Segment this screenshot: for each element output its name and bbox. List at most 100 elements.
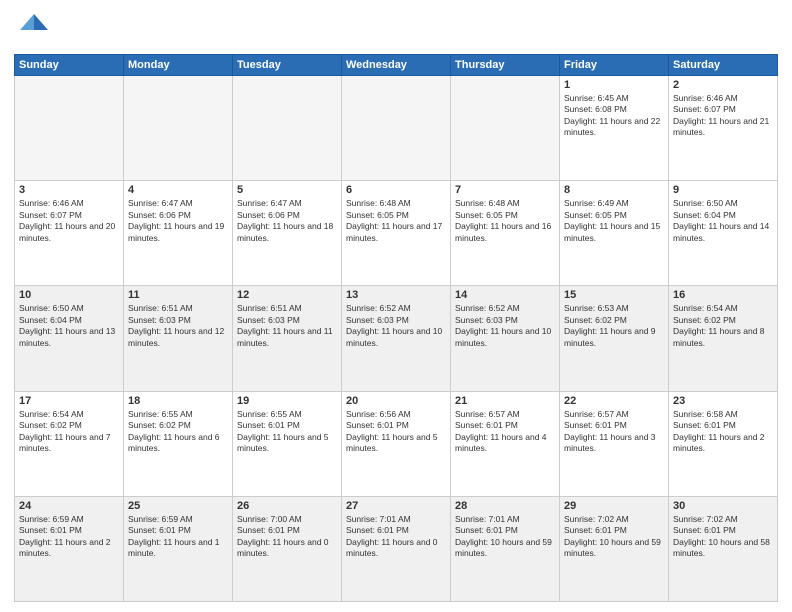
header [14,10,778,46]
day-info: Sunrise: 6:54 AMSunset: 6:02 PMDaylight:… [673,303,773,349]
calendar-cell: 16Sunrise: 6:54 AMSunset: 6:02 PMDayligh… [669,286,778,391]
calendar-table: SundayMondayTuesdayWednesdayThursdayFrid… [14,54,778,602]
calendar-cell: 27 Sunrise: 7:01 AMSunset: 6:01 PMDayligh… [342,496,451,601]
day-number: 11 [128,289,228,301]
day-info: Sunrise: 6:57 AMSunset: 6:01 PMDaylight:… [455,409,555,455]
calendar-cell: 18 Sunrise: 6:55 AMSunset: 6:02 PMDayligh… [124,391,233,496]
day-number: 27 [346,500,446,512]
day-info: Sunrise: 6:50 AMSunset: 6:04 PMDaylight:… [673,198,773,244]
calendar-header: SundayMondayTuesdayWednesdayThursdayFrid… [15,55,778,76]
calendar-cell: 11 Sunrise: 6:51 AMSunset: 6:03 PMDayligh… [124,286,233,391]
weekday-header-sunday: Sunday [15,55,124,76]
calendar-cell [233,76,342,181]
calendar-cell [124,76,233,181]
calendar-cell: 28Sunrise: 7:01 AMSunset: 6:01 PMDayligh… [451,496,560,601]
day-info: Sunrise: 7:01 AMSunset: 6:01 PMDaylight:… [346,514,446,560]
day-number: 19 [237,395,337,407]
day-number: 25 [128,500,228,512]
calendar-cell: 30Sunrise: 7:02 AMSunset: 6:01 PMDayligh… [669,496,778,601]
day-info: Sunrise: 6:46 AMSunset: 6:07 PMDaylight:… [19,198,119,244]
day-info: Sunrise: 6:52 AMSunset: 6:03 PMDaylight:… [455,303,555,349]
weekday-header-wednesday: Wednesday [342,55,451,76]
day-number: 4 [128,184,228,196]
day-info: Sunrise: 6:50 AMSunset: 6:04 PMDaylight:… [19,303,119,349]
calendar-cell: 1 Sunrise: 6:45 AMSunset: 6:08 PMDaylight… [560,76,669,181]
calendar-week-1: 3 Sunrise: 6:46 AMSunset: 6:07 PMDaylight… [15,181,778,286]
calendar-cell: 3 Sunrise: 6:46 AMSunset: 6:07 PMDaylight… [15,181,124,286]
calendar-cell: 15Sunrise: 6:53 AMSunset: 6:02 PMDayligh… [560,286,669,391]
day-number: 21 [455,395,555,407]
day-number: 10 [19,289,119,301]
calendar-cell: 12Sunrise: 6:51 AMSunset: 6:03 PMDayligh… [233,286,342,391]
calendar-cell: 6Sunrise: 6:48 AMSunset: 6:05 PMDaylight… [342,181,451,286]
day-info: Sunrise: 6:46 AMSunset: 6:07 PMDaylight:… [673,93,773,139]
calendar-body: 1 Sunrise: 6:45 AMSunset: 6:08 PMDaylight… [15,76,778,602]
calendar-cell: 9 Sunrise: 6:50 AMSunset: 6:04 PMDaylight… [669,181,778,286]
calendar-cell: 29 Sunrise: 7:02 AMSunset: 6:01 PMDayligh… [560,496,669,601]
day-info: Sunrise: 6:45 AMSunset: 6:08 PMDaylight:… [564,93,664,139]
calendar-cell: 4 Sunrise: 6:47 AMSunset: 6:06 PMDaylight… [124,181,233,286]
day-info: Sunrise: 6:52 AMSunset: 6:03 PMDaylight:… [346,303,446,349]
day-number: 18 [128,395,228,407]
day-number: 22 [564,395,664,407]
day-info: Sunrise: 6:47 AMSunset: 6:06 PMDaylight:… [128,198,228,244]
logo-icon [14,10,50,46]
calendar-cell: 8Sunrise: 6:49 AMSunset: 6:05 PMDaylight… [560,181,669,286]
day-info: Sunrise: 7:02 AMSunset: 6:01 PMDaylight:… [564,514,664,560]
day-info: Sunrise: 6:59 AMSunset: 6:01 PMDaylight:… [128,514,228,560]
calendar-cell: 24Sunrise: 6:59 AMSunset: 6:01 PMDayligh… [15,496,124,601]
calendar-cell: 23 Sunrise: 6:58 AMSunset: 6:01 PMDayligh… [669,391,778,496]
weekday-header-tuesday: Tuesday [233,55,342,76]
calendar-cell: 2Sunrise: 6:46 AMSunset: 6:07 PMDaylight… [669,76,778,181]
calendar-cell: 17 Sunrise: 6:54 AMSunset: 6:02 PMDayligh… [15,391,124,496]
weekday-header-monday: Monday [124,55,233,76]
calendar-week-3: 17 Sunrise: 6:54 AMSunset: 6:02 PMDayligh… [15,391,778,496]
day-number: 24 [19,500,119,512]
day-number: 1 [564,79,664,91]
weekday-header-thursday: Thursday [451,55,560,76]
day-number: 20 [346,395,446,407]
day-info: Sunrise: 6:54 AMSunset: 6:02 PMDaylight:… [19,409,119,455]
day-info: Sunrise: 7:02 AMSunset: 6:01 PMDaylight:… [673,514,773,560]
calendar-cell: 21 Sunrise: 6:57 AMSunset: 6:01 PMDayligh… [451,391,560,496]
calendar-week-4: 24 Sunrise: 6:59 AMSunset: 6:01 PMDayligh… [15,496,778,601]
calendar-cell [451,76,560,181]
day-number: 14 [455,289,555,301]
day-info: Sunrise: 7:01 AMSunset: 6:01 PMDaylight:… [455,514,555,560]
day-number: 6 [346,184,446,196]
day-info: Sunrise: 6:56 AMSunset: 6:01 PMDaylight:… [346,409,446,455]
weekday-header-saturday: Saturday [669,55,778,76]
weekday-row: SundayMondayTuesdayWednesdayThursdayFrid… [15,55,778,76]
logo [14,10,54,46]
calendar-cell: 5 Sunrise: 6:47 AMSunset: 6:06 PMDaylight… [233,181,342,286]
calendar-cell: 10 Sunrise: 6:50 AMSunset: 6:04 PMDayligh… [15,286,124,391]
calendar-cell: 22Sunrise: 6:57 AMSunset: 6:01 PMDayligh… [560,391,669,496]
day-info: Sunrise: 6:47 AMSunset: 6:06 PMDaylight:… [237,198,337,244]
calendar-cell: 25 Sunrise: 6:59 AMSunset: 6:01 PMDayligh… [124,496,233,601]
calendar-cell [15,76,124,181]
day-number: 26 [237,500,337,512]
page: SundayMondayTuesdayWednesdayThursdayFrid… [0,0,792,612]
day-number: 29 [564,500,664,512]
calendar-cell: 20 Sunrise: 6:56 AMSunset: 6:01 PMDayligh… [342,391,451,496]
calendar-cell: 13 Sunrise: 6:52 AMSunset: 6:03 PMDayligh… [342,286,451,391]
day-number: 23 [673,395,773,407]
day-info: Sunrise: 7:00 AMSunset: 6:01 PMDaylight:… [237,514,337,560]
day-info: Sunrise: 6:55 AMSunset: 6:02 PMDaylight:… [128,409,228,455]
weekday-header-friday: Friday [560,55,669,76]
calendar-cell: 7Sunrise: 6:48 AMSunset: 6:05 PMDaylight… [451,181,560,286]
day-number: 15 [564,289,664,301]
day-number: 17 [19,395,119,407]
day-number: 3 [19,184,119,196]
day-number: 5 [237,184,337,196]
day-info: Sunrise: 6:58 AMSunset: 6:01 PMDaylight:… [673,409,773,455]
day-number: 9 [673,184,773,196]
day-number: 13 [346,289,446,301]
day-number: 7 [455,184,555,196]
day-number: 8 [564,184,664,196]
calendar-cell: 14 Sunrise: 6:52 AMSunset: 6:03 PMDayligh… [451,286,560,391]
calendar-week-2: 10 Sunrise: 6:50 AMSunset: 6:04 PMDayligh… [15,286,778,391]
calendar-cell [342,76,451,181]
day-number: 12 [237,289,337,301]
day-info: Sunrise: 6:51 AMSunset: 6:03 PMDaylight:… [128,303,228,349]
